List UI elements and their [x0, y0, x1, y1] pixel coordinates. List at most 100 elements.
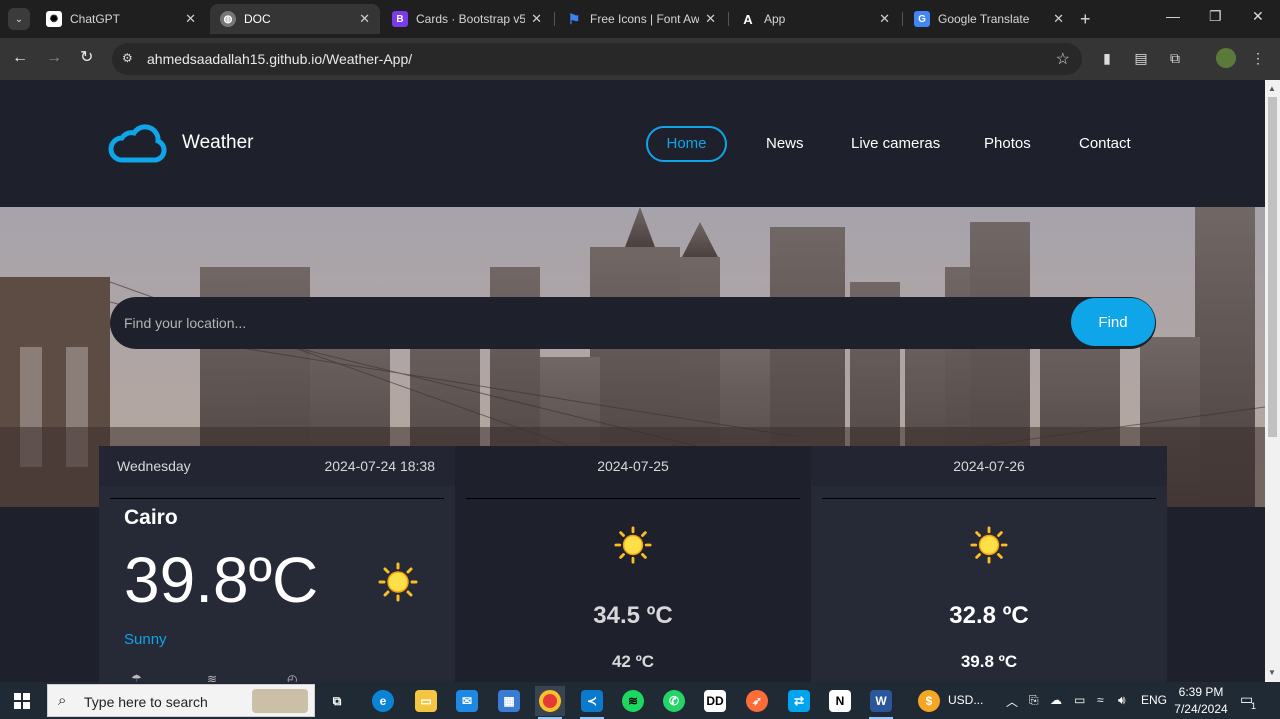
tab-search-icon[interactable]: ⌄: [8, 8, 30, 30]
weather-condition: Sunny: [124, 631, 167, 648]
clock-time[interactable]: 6:39 PM: [1176, 685, 1226, 699]
current-temperature: 39.8ºC: [124, 544, 318, 616]
find-button[interactable]: Find: [1071, 298, 1155, 346]
url-text[interactable]: ahmedsaadallah15.github.io/Weather-App/: [147, 51, 412, 67]
nav-live-cameras[interactable]: Live cameras: [831, 126, 960, 162]
close-tab-icon[interactable]: ✕: [531, 11, 542, 27]
show-hidden-icons-icon[interactable]: ︿: [1006, 693, 1018, 710]
reload-icon[interactable]: ↻: [80, 50, 93, 66]
search-icon: ⌕: [58, 692, 67, 709]
forecast-min-temp: 39.8 ºC: [960, 652, 1018, 671]
word-icon[interactable]: W: [866, 686, 896, 719]
logo-text[interactable]: Weather: [182, 132, 253, 154]
task-view-icon[interactable]: ⧉: [322, 686, 352, 716]
nav-news[interactable]: News: [746, 126, 824, 162]
chrome-icon[interactable]: [535, 686, 565, 719]
nav-photos[interactable]: Photos: [964, 126, 1051, 162]
cloud-logo-icon[interactable]: [108, 124, 170, 164]
location-search-input[interactable]: [110, 297, 1070, 349]
site-info-icon[interactable]: ⚙: [122, 51, 133, 65]
tab-separator: [902, 12, 903, 26]
today-datetime: 2024-07-24 18:38: [324, 458, 435, 474]
close-tab-icon[interactable]: ✕: [359, 11, 370, 27]
quick-assist-icon[interactable]: ⇄: [784, 686, 814, 716]
taskbar-search-box[interactable]: ⌕ Type here to search: [47, 684, 315, 717]
location-search-form: Find: [110, 297, 1156, 349]
tab-title: DOC: [244, 12, 271, 26]
whatsapp-icon[interactable]: ✆: [659, 686, 689, 716]
meet-now-icon[interactable]: ⎘: [1029, 693, 1039, 708]
back-icon[interactable]: ←: [12, 50, 28, 66]
scroll-down-arrow-icon[interactable]: ▼: [1268, 668, 1276, 677]
notion-icon[interactable]: N: [825, 686, 855, 716]
scrollbar-thumb[interactable]: [1268, 97, 1277, 437]
tab-chatgpt[interactable]: ✺ ChatGPT ✕: [36, 4, 206, 34]
profile-avatar[interactable]: [1216, 48, 1236, 68]
nav-home[interactable]: Home: [646, 126, 727, 162]
card-body: Cairo 39.8ºC Sunny ☂ ≋ ◴: [99, 486, 455, 682]
forecast-min-temp: 42 ºC: [611, 652, 655, 671]
sun-icon: [970, 526, 1008, 564]
tab-font-awesome[interactable]: ⚑ Free Icons | Font Awe ✕: [556, 4, 726, 34]
taskbar-search-placeholder: Type here to search: [84, 694, 208, 710]
close-tab-icon[interactable]: ✕: [1053, 11, 1064, 27]
scroll-up-arrow-icon[interactable]: ▲: [1268, 84, 1276, 93]
spotify-icon[interactable]: ≋: [618, 686, 648, 716]
card-divider: [466, 498, 800, 499]
currency-widget-label[interactable]: USD...: [948, 693, 983, 707]
address-bar[interactable]: ⚙ ahmedsaadallah15.github.io/Weather-App…: [112, 43, 1082, 75]
site-header: Weather Home News Live cameras Photos Co…: [0, 80, 1265, 207]
wifi-icon[interactable]: ≈: [1097, 693, 1104, 707]
forward-icon[interactable]: →: [46, 50, 62, 66]
onedrive-icon[interactable]: ☁: [1050, 693, 1062, 707]
tab-bootstrap[interactable]: B Cards · Bootstrap v5.0 ✕: [382, 4, 552, 34]
currency-widget-icon[interactable]: $: [914, 686, 944, 716]
tab-separator: [728, 12, 729, 26]
forecast-card-2: 2024-07-26 32.8 ºC 39.8 ºC: [811, 446, 1167, 682]
card-header: 2024-07-26: [811, 446, 1167, 486]
tab-doc[interactable]: ◍ DOC ✕: [210, 4, 380, 34]
vscode-icon[interactable]: ≺: [577, 686, 607, 719]
tab-app[interactable]: A App ✕: [730, 4, 900, 34]
restore-icon[interactable]: ❐: [1209, 8, 1222, 25]
close-tab-icon[interactable]: ✕: [185, 11, 196, 27]
bootstrap-icon: B: [392, 11, 408, 27]
close-window-icon[interactable]: ✕: [1252, 8, 1264, 25]
language-indicator[interactable]: ENG: [1141, 693, 1167, 707]
close-tab-icon[interactable]: ✕: [705, 11, 716, 27]
sun-icon: [614, 526, 652, 564]
extension-icon[interactable]: ▮: [1099, 50, 1115, 66]
umbrella-icon: ☂: [131, 672, 142, 682]
dolby-icon[interactable]: DD: [700, 686, 730, 716]
windows-start-icon[interactable]: [14, 693, 30, 709]
notes-extension-icon[interactable]: ▤: [1133, 50, 1149, 66]
windows-taskbar: ⌕ Type here to search ⧉ e ▭ ✉ ▦ ≺ ≋ ✆ DD…: [0, 682, 1280, 719]
clock-date[interactable]: 7/24/2024: [1173, 702, 1229, 716]
globe-icon: ◍: [220, 11, 236, 27]
store-icon[interactable]: ▦: [494, 686, 524, 716]
temperature-unit: ºC: [248, 544, 319, 616]
app-icon: A: [743, 11, 753, 27]
close-tab-icon[interactable]: ✕: [879, 11, 890, 27]
bookmark-star-icon[interactable]: ☆: [1056, 49, 1070, 69]
volume-icon[interactable]: 🔊︎: [1118, 693, 1126, 708]
font-awesome-icon: ⚑: [567, 10, 581, 27]
postman-icon[interactable]: ➶: [742, 686, 772, 716]
tab-title: ChatGPT: [70, 12, 121, 26]
nav-contact[interactable]: Contact: [1059, 126, 1151, 162]
tab-google-translate[interactable]: G Google Translate ✕: [904, 4, 1074, 34]
page-scrollbar[interactable]: ▲ ▼: [1265, 80, 1280, 682]
battery-icon[interactable]: ▭: [1074, 693, 1085, 707]
browser-tab-bar: ⌄ ✺ ChatGPT ✕ ◍ DOC ✕ B Cards · Bootstra…: [0, 0, 1280, 38]
menu-kebab-icon[interactable]: ⋮: [1250, 50, 1266, 66]
today-weather-card: Wednesday 2024-07-24 18:38 Cairo 39.8ºC …: [99, 446, 455, 682]
edge-icon[interactable]: e: [368, 686, 398, 716]
mail-icon[interactable]: ✉: [452, 686, 482, 716]
notification-count: 1: [1251, 701, 1257, 711]
forecast-date: 2024-07-26: [953, 458, 1025, 474]
minimize-icon[interactable]: —: [1166, 8, 1180, 24]
file-explorer-icon[interactable]: ▭: [411, 686, 441, 716]
tab-title: Cards · Bootstrap v5.0: [416, 12, 526, 26]
new-tab-icon[interactable]: +: [1080, 9, 1091, 30]
extensions-puzzle-icon[interactable]: ⧉: [1167, 50, 1183, 66]
